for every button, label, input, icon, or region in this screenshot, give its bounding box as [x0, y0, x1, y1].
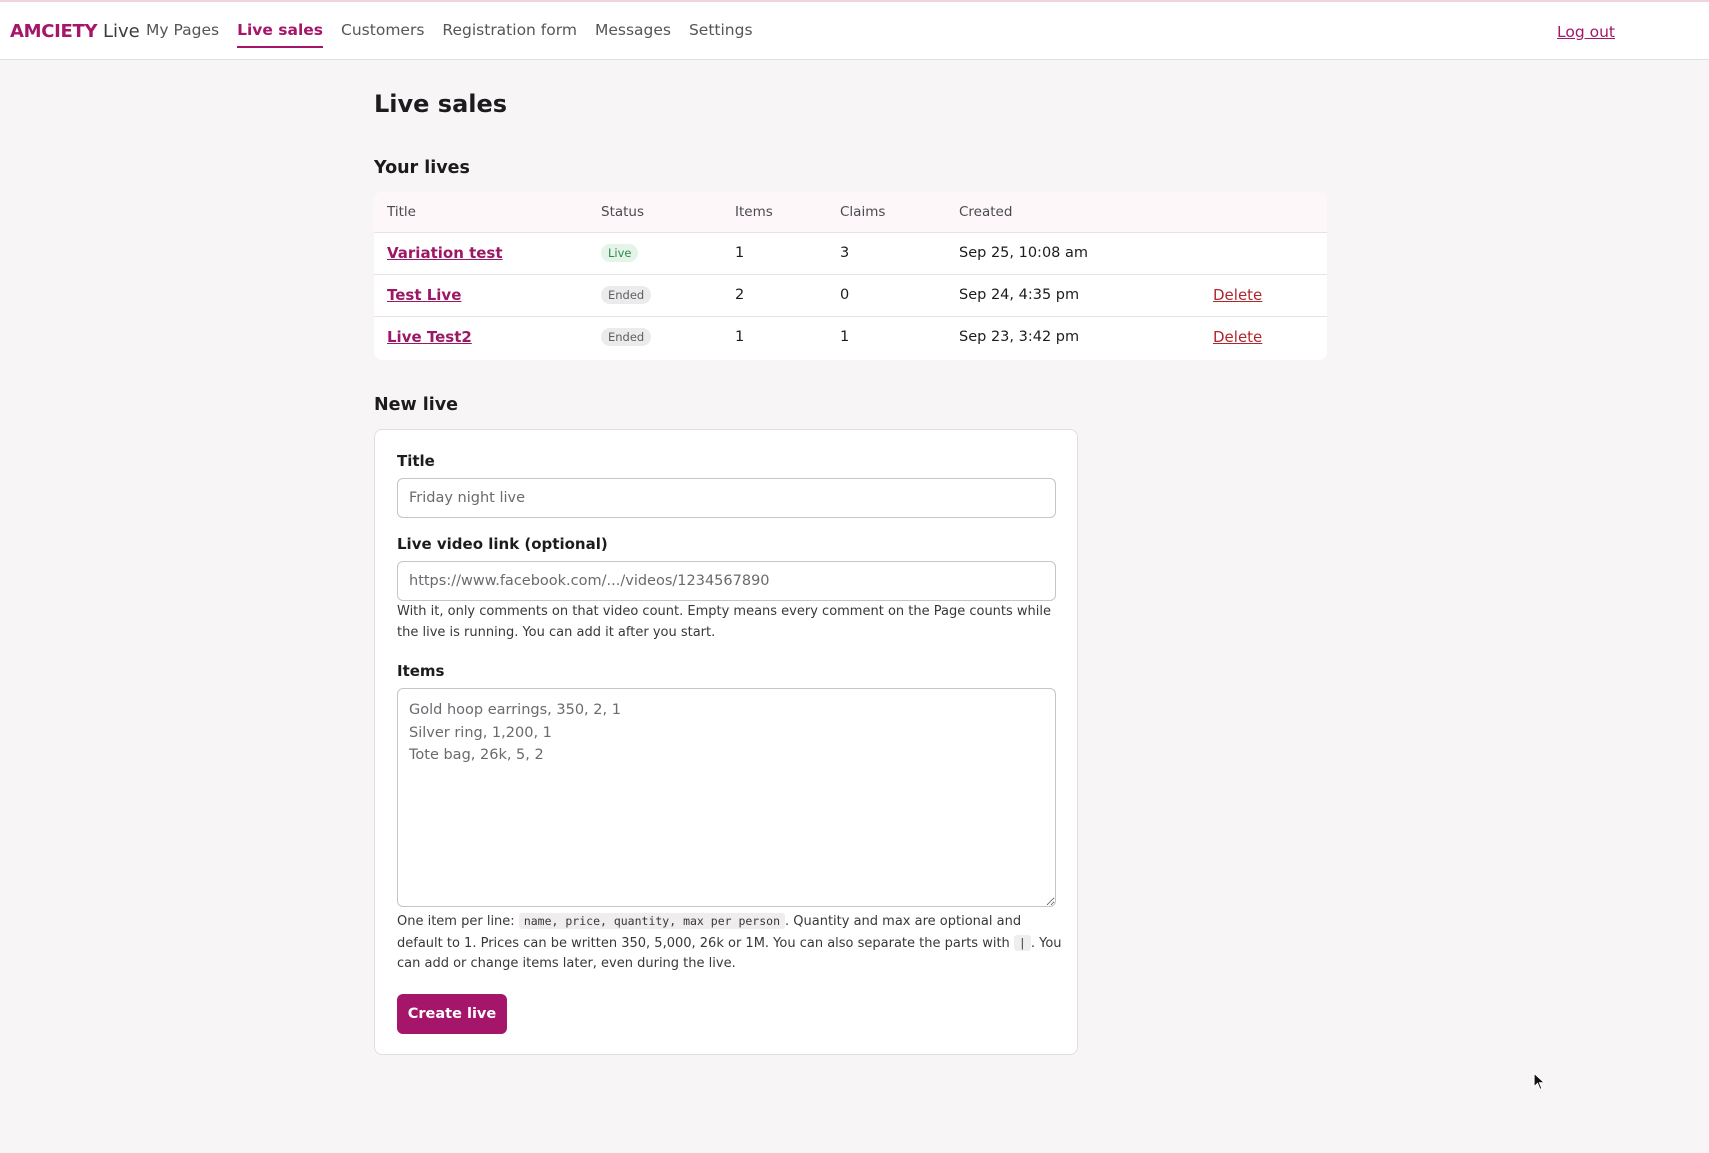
- brand-name: AMCIETY: [10, 21, 98, 42]
- cell-action: Delete: [1200, 316, 1327, 358]
- live-title-link[interactable]: Test Live: [387, 286, 461, 304]
- cell-action: Delete: [1200, 274, 1327, 317]
- video-link-help: With it, only comments on that video cou…: [397, 604, 1052, 640]
- items-help: One item per line: name, price, quantity…: [397, 911, 1063, 975]
- cell-claims: 1: [840, 329, 850, 346]
- cell-created: Sep 24, 4:35 pm: [946, 274, 1200, 317]
- table-header-row: Title Status Items Claims Created: [374, 192, 1327, 233]
- table-row: Test Live Ended 2 0 Sep 24, 4:35 pm Dele…: [374, 274, 1327, 317]
- nav-live-sales[interactable]: Live sales: [237, 21, 324, 48]
- status-badge: Ended: [601, 328, 652, 347]
- cell-title: Variation test: [374, 232, 588, 275]
- delete-link[interactable]: Delete: [1213, 328, 1262, 346]
- new-live-form: Title Live video link (optional) With it…: [374, 429, 1078, 1055]
- status-badge: Live: [601, 244, 639, 262]
- cell-title: Live Test2: [374, 316, 588, 358]
- items-textarea[interactable]: [397, 688, 1056, 907]
- video-link-input[interactable]: [397, 561, 1056, 601]
- video-link-label: Live video link (optional): [397, 535, 608, 553]
- status-badge: Ended: [601, 286, 652, 304]
- cell-title: Test Live: [374, 274, 588, 317]
- items-help-part-1: One item per line:: [397, 914, 515, 929]
- title-field-label: Title: [397, 452, 435, 470]
- cell-status: Ended: [588, 316, 722, 358]
- nav-my-pages[interactable]: My Pages: [146, 21, 219, 48]
- mouse-cursor-icon: [1533, 1072, 1547, 1091]
- your-lives-heading: Your lives: [374, 158, 470, 178]
- logout-link[interactable]: Log out: [1557, 23, 1615, 41]
- brand-logo[interactable]: AMCIETY Live: [10, 21, 140, 42]
- cell-items: 2: [722, 274, 827, 317]
- page-title: Live sales: [374, 90, 508, 118]
- nav-messages[interactable]: Messages: [595, 21, 671, 48]
- cell-status: Live: [588, 232, 722, 275]
- cell-status: Ended: [588, 274, 722, 317]
- nav-customers[interactable]: Customers: [341, 21, 424, 48]
- column-header-claims: Claims: [827, 192, 946, 233]
- column-header-actions: [1200, 192, 1327, 233]
- create-live-button[interactable]: Create live: [397, 994, 507, 1034]
- column-header-items: Items: [722, 192, 827, 233]
- column-header-created: Created: [946, 192, 1200, 233]
- items-format-code: name, price, quantity, max per person: [518, 913, 786, 929]
- main-nav: My Pages Live sales Customers Registrati…: [146, 21, 753, 48]
- title-input[interactable]: [397, 478, 1056, 518]
- lives-table: Title Status Items Claims Created Variat…: [374, 192, 1327, 358]
- cell-created: Sep 25, 10:08 am: [946, 232, 1200, 275]
- items-label: Items: [397, 662, 445, 680]
- cell-claims: 0: [827, 274, 946, 317]
- cell-created: Sep 23, 3:42 pm: [959, 329, 1080, 346]
- top-navigation-bar: AMCIETY Live My Pages Live sales Custome…: [0, 0, 1709, 60]
- cell-items: 1: [735, 329, 745, 346]
- lives-table-card: Title Status Items Claims Created Variat…: [374, 192, 1327, 360]
- cell-action: [1200, 232, 1327, 275]
- live-title-link[interactable]: Live Test2: [387, 328, 472, 346]
- new-live-heading: New live: [374, 395, 459, 415]
- brand-suffix: Live: [103, 21, 140, 42]
- table-row: Variation test Live 1 3 Sep 25, 10:08 am: [374, 232, 1327, 275]
- pipe-separator-code: |: [1013, 934, 1031, 951]
- column-header-title: Title: [374, 192, 588, 233]
- table-row: Live Test2 Ended 1 1 Sep 23, 3:42 pm Del…: [374, 316, 1327, 358]
- nav-settings[interactable]: Settings: [689, 21, 753, 48]
- column-header-status: Status: [588, 192, 722, 233]
- cell-items: 1: [722, 232, 827, 275]
- nav-registration-form[interactable]: Registration form: [442, 21, 577, 48]
- cell-claims: 3: [827, 232, 946, 275]
- live-title-link[interactable]: Variation test: [387, 244, 503, 262]
- delete-link[interactable]: Delete: [1213, 286, 1262, 304]
